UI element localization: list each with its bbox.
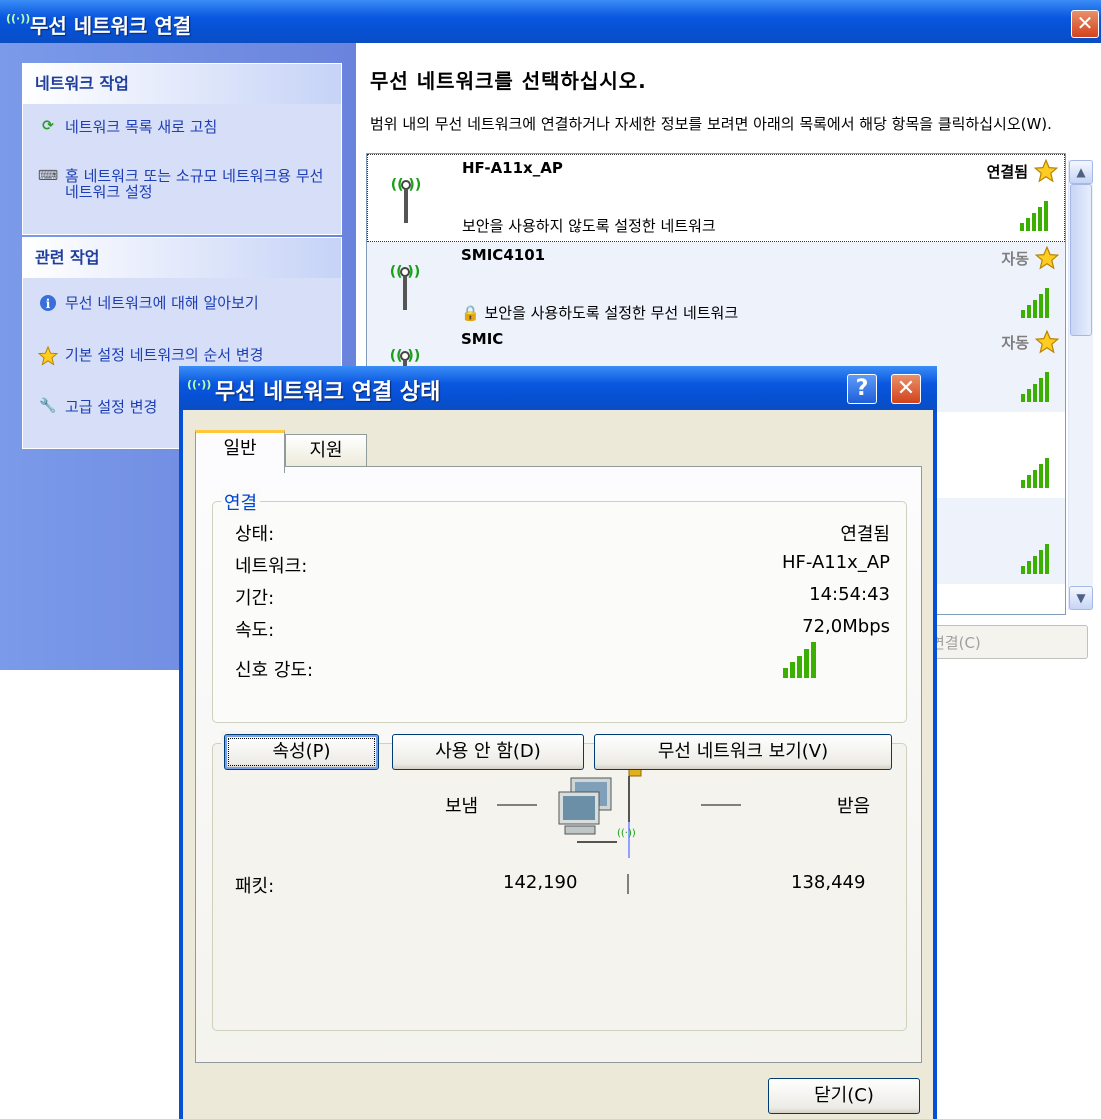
- duration-value: 14:54:43: [809, 584, 890, 605]
- connection-status-dialog: ((·)) 무선 네트워크 연결 상태 ? ✕ 일반 지원 연결 상태: 연결됨…: [179, 366, 937, 1119]
- star-icon: [37, 345, 59, 366]
- change-order-label: 기본 설정 네트워크의 순서 변경: [65, 346, 264, 364]
- signal-strength-icon: [1021, 372, 1049, 402]
- learn-wireless-label: 무선 네트워크에 대해 알아보기: [65, 294, 259, 312]
- signal-strength-icon: [1021, 458, 1049, 488]
- dialog-title: 무선 네트워크 연결 상태: [215, 380, 441, 405]
- received-label: 받음: [837, 796, 871, 817]
- network-status: 자동: [1001, 334, 1029, 352]
- refresh-network-list-link[interactable]: ⟳ 네트워크 목록 새로 고침: [37, 116, 217, 138]
- speed-value: 72,0Mbps: [802, 616, 890, 637]
- activity-group: 작업 보냄 ((·)) 받음 패킷: 142,190 138,449: [212, 731, 907, 1031]
- network-list-scrollbar[interactable]: ▲ ▼: [1068, 160, 1093, 610]
- properties-button[interactable]: 속성(P): [224, 734, 379, 770]
- network-status: 자동: [1001, 250, 1029, 268]
- network-security-row: 🔒 보안을 사용하도록 설정한 무선 네트워크: [461, 302, 738, 323]
- svg-text:i: i: [46, 297, 51, 311]
- wireless-antenna-icon: (( )): [391, 177, 421, 223]
- connection-group-title: 연결: [221, 489, 261, 515]
- network-status: 연결됨: [986, 163, 1028, 181]
- signal-strength-icon: [1021, 288, 1049, 318]
- network-ssid: SMIC: [461, 330, 504, 348]
- change-order-link[interactable]: 기본 설정 네트워크의 순서 변경: [37, 344, 263, 366]
- status-value: 연결됨: [840, 524, 890, 545]
- disable-button[interactable]: 사용 안 함(D): [392, 734, 584, 770]
- sent-line: [497, 804, 537, 806]
- svg-text:((·)): ((·)): [617, 828, 636, 839]
- choose-network-heading: 무선 네트워크를 선택하십시오.: [370, 69, 647, 93]
- setup-label: 홈 네트워크 또는 소규모 네트워크용 무선 네트워크 설정: [65, 167, 324, 201]
- lock-icon: 🔒: [461, 304, 480, 322]
- close-button[interactable]: 닫기(C): [768, 1078, 920, 1114]
- network-ssid: HF-A11x_AP: [462, 159, 563, 177]
- wireless-icon: ((·)): [6, 12, 31, 25]
- advanced-settings-link[interactable]: 🔧 고급 설정 변경: [37, 396, 157, 418]
- connection-group: 연결 상태: 연결됨 네트워크: HF-A11x_AP 기간: 14:54:43…: [212, 489, 907, 723]
- network-tasks-header: 네트워크 작업: [23, 64, 341, 104]
- tab-support[interactable]: 지원: [285, 434, 367, 469]
- refresh-icon: ⟳: [42, 117, 54, 134]
- window-titlebar[interactable]: ((·)) 무선 네트워크 연결 ✕: [0, 0, 1101, 43]
- signal-strength-label: 신호 강도:: [235, 660, 314, 681]
- dialog-titlebar[interactable]: ((·)) 무선 네트워크 연결 상태 ? ✕: [179, 366, 937, 410]
- network-tasks-box: 네트워크 작업 ⟳ 네트워크 목록 새로 고침 ⌨ 홈 네트워크 또는 소규모 네트…: [22, 63, 342, 235]
- wrench-icon: 🔧: [39, 397, 57, 414]
- network-value: HF-A11x_AP: [781, 552, 890, 573]
- network-item[interactable]: (( )) HF-A11x_AP 연결됨 보안을 사용하지 않도록 설정한 네트…: [367, 154, 1065, 242]
- network-item[interactable]: (( )) SMIC4101 자동 🔒 보안을 사용하도록 설정한 무선 네트워…: [367, 242, 1065, 328]
- scroll-up-button[interactable]: ▲: [1069, 160, 1093, 184]
- scroll-thumb[interactable]: [1070, 184, 1092, 336]
- scroll-down-button[interactable]: ▼: [1069, 586, 1093, 610]
- setup-home-network-link[interactable]: ⌨ 홈 네트워크 또는 소규모 네트워크용 무선 네트워크 설정: [37, 168, 327, 200]
- preferred-star-icon: [1035, 246, 1059, 270]
- wireless-antenna-icon: (( )): [390, 264, 420, 310]
- learn-wireless-link[interactable]: i 무선 네트워크에 대해 알아보기: [37, 292, 259, 314]
- close-window-button[interactable]: ✕: [1071, 10, 1099, 38]
- sent-label: 보냄: [445, 796, 479, 817]
- duration-label: 기간:: [235, 588, 275, 609]
- network-ssid: SMIC4101: [461, 246, 546, 264]
- setup-wireless-icon: ⌨: [37, 168, 59, 184]
- network-security-text: 보안을 사용하지 않도록 설정한 네트워크: [462, 217, 716, 235]
- related-tasks-header: 관련 작업: [23, 238, 341, 278]
- connect-button[interactable]: 연결(C): [920, 625, 1088, 659]
- status-label: 상태:: [235, 524, 275, 545]
- speed-label: 속도:: [235, 620, 275, 641]
- network-label: 네트워크:: [235, 556, 308, 577]
- packets-received-value: 138,449: [791, 872, 866, 893]
- window-title: 무선 네트워크 연결: [30, 14, 192, 38]
- preferred-star-icon: [1035, 330, 1059, 354]
- received-line: [701, 804, 741, 806]
- help-button[interactable]: ?: [847, 374, 877, 404]
- wireless-icon: ((·)): [187, 378, 212, 391]
- advanced-settings-label: 고급 설정 변경: [65, 398, 158, 416]
- signal-strength-icon: [1021, 544, 1049, 574]
- packets-sent-value: 142,190: [503, 872, 578, 893]
- packets-divider: [627, 874, 629, 894]
- network-security-text: 보안을 사용하도록 설정한 무선 네트워크: [484, 304, 739, 322]
- tab-general[interactable]: 일반: [195, 430, 285, 473]
- refresh-label: 네트워크 목록 새로 고침: [65, 118, 218, 136]
- signal-strength-icon: [1020, 201, 1048, 231]
- close-dialog-button[interactable]: ✕: [891, 374, 921, 404]
- view-wireless-networks-button[interactable]: 무선 네트워크 보기(V): [594, 734, 892, 770]
- signal-strength-icon: [783, 642, 816, 678]
- preferred-star-icon: [1034, 159, 1058, 183]
- info-icon: i: [37, 294, 59, 314]
- network-computers-icon: ((·)): [558, 762, 642, 858]
- network-list-description: 범위 내의 무선 네트워크에 연결하거나 자세한 정보를 보려면 아래의 목록에…: [370, 115, 1052, 133]
- packets-label: 패킷:: [235, 876, 275, 897]
